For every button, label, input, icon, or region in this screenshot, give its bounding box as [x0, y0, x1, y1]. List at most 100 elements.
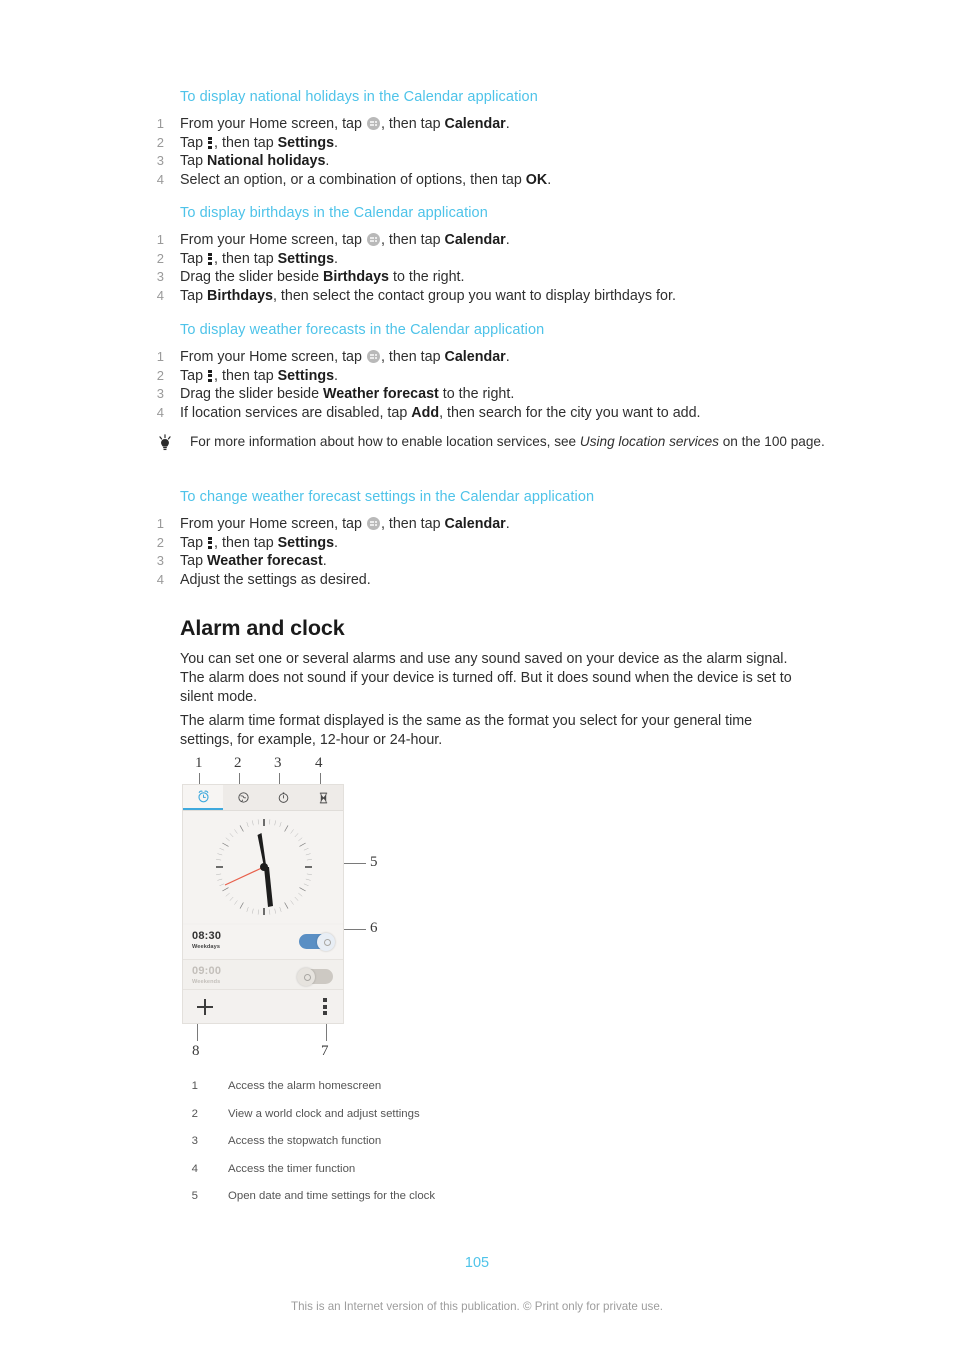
step-number: 3 [156, 553, 164, 569]
step-number: 2 [156, 250, 164, 266]
hourglass-icon [319, 792, 327, 803]
alarm-toggle-on[interactable] [299, 932, 335, 951]
stopwatch-tab[interactable] [263, 785, 303, 810]
step-item: 4 Tap Birthdays, then select the contact … [146, 287, 826, 306]
step-item: 1 From your Home screen, tap , then tap C… [146, 231, 826, 250]
step-text-bold: Birthdays [323, 269, 389, 286]
callout-2: 2 [234, 755, 242, 771]
tip-text-post: on the 100 page. [718, 434, 825, 449]
tip-callout: For more information about how to enable… [148, 433, 890, 452]
step-text-mid: , then tap [214, 367, 278, 384]
step-number: 3 [156, 269, 164, 285]
stopwatch-icon [278, 792, 288, 803]
step-text-mid: , then tap [214, 534, 278, 551]
step-text-bold: Calendar [444, 116, 506, 132]
step-text-post: . [334, 367, 339, 384]
step-text-pre: If location services are disabled, tap [180, 404, 412, 421]
step-text-post: . [334, 534, 339, 551]
step-text-post: . [322, 553, 327, 570]
legend-text: View a world clock and adjust settings [228, 1107, 420, 1120]
procedure-national-holidays: To display national holidays in the Cale… [146, 88, 826, 189]
step-text-pre: Tap [180, 534, 208, 551]
step-number: 3 [156, 386, 164, 402]
step-number: 4 [156, 287, 164, 303]
step-text-bold: Settings [277, 250, 335, 267]
step-text-mid: , then tap [380, 349, 445, 365]
alarm-clock-figure: 1 2 3 4 5 6 8 7 08:30 Weekdays 09:00 Wee… [146, 755, 446, 1065]
step-item: 3 Tap Weather forecast. [146, 552, 826, 571]
step-text-mid: , then tap [214, 250, 278, 267]
timer-tab[interactable] [303, 785, 343, 810]
step-text-post: . [505, 232, 510, 248]
clock-face-svg [216, 819, 312, 915]
step-text-post: . [334, 134, 339, 151]
step-item: 4 Select an option, or a combination of o… [146, 171, 826, 190]
step-text-bold: Add [411, 404, 440, 421]
toggle-knob [297, 967, 315, 986]
tip-text-italic: Using location services [579, 434, 719, 449]
step-text-pre: From your Home screen, tap [180, 349, 366, 365]
app-drawer-icon [366, 117, 380, 130]
document-page: To display national holidays in the Cale… [0, 0, 954, 1350]
procedure-steps: 1 From your Home screen, tap , then tap C… [146, 231, 826, 305]
legend-number: 3 [191, 1135, 198, 1147]
step-text-post: . [505, 516, 510, 532]
procedure-change-weather-settings: To change weather forecast settings in t… [146, 488, 826, 589]
step-number: 2 [156, 134, 164, 150]
page-title: Alarm and clock [180, 616, 345, 640]
app-drawer-icon [366, 350, 380, 363]
world-clock-tab[interactable] [223, 785, 263, 810]
step-text-bold: Calendar [444, 232, 506, 248]
step-number: 3 [156, 153, 164, 169]
alarm-clock-icon [197, 790, 209, 803]
step-text-mid: , then tap [214, 134, 278, 151]
legend-item: 1 Access the alarm homescreen [180, 1080, 740, 1108]
callout-8: 8 [192, 1043, 200, 1059]
toggle-knob [317, 932, 335, 951]
step-text-pre: Tap [180, 287, 208, 304]
alarm-toggle-off[interactable] [297, 967, 333, 986]
step-text-mid: , then tap [380, 516, 445, 532]
alarm-time: 09:00 [192, 965, 222, 977]
step-text-post: , then select the contact group you want… [272, 287, 676, 304]
alarm-tab[interactable] [183, 785, 223, 810]
step-item: 2 Tap , then tap Settings. [146, 534, 826, 553]
overflow-menu-button[interactable] [323, 998, 327, 1016]
step-number: 1 [156, 116, 164, 131]
callout-4: 4 [315, 755, 323, 771]
step-text-bold: Calendar [444, 349, 506, 365]
procedure-title: To display weather forecasts in the Cale… [180, 322, 545, 338]
step-item: 1 From your Home screen, tap , then tap C… [146, 515, 826, 534]
procedure-weather-forecasts: To display weather forecasts in the Cale… [146, 321, 826, 422]
legend-text: Open date and time settings for the cloc… [228, 1190, 436, 1202]
step-item: 3 Tap National holidays. [146, 152, 826, 171]
step-text-post: to the right. [438, 386, 515, 403]
step-item: 1 From your Home screen, tap , then tap C… [146, 115, 826, 134]
step-text-bold: National holidays [207, 153, 326, 170]
clock-app-tabbar [183, 785, 343, 811]
step-text-pre: Tap [180, 367, 208, 384]
step-text-pre: Tap [180, 553, 208, 570]
step-text-mid: , then tap [380, 232, 445, 248]
app-drawer-icon [366, 517, 380, 530]
step-text-post: . [505, 116, 510, 132]
analog-clock[interactable] [183, 811, 343, 923]
step-item: 3 Drag the slider beside Birthdays to the… [146, 268, 826, 287]
step-text-pre: Drag the slider beside [180, 269, 324, 286]
step-number: 4 [156, 571, 164, 587]
section-paragraph-2: The alarm time format displayed is the s… [180, 713, 753, 749]
step-item: 1 From your Home screen, tap , then tap C… [146, 348, 826, 367]
step-text-bold: Settings [277, 367, 335, 384]
step-text-pre: From your Home screen, tap [180, 116, 366, 132]
step-text-pre: From your Home screen, tap [180, 232, 366, 248]
leader-line-7 [326, 1023, 327, 1041]
step-text-bold: Settings [277, 534, 335, 551]
legend-text: Access the timer function [228, 1162, 356, 1175]
step-number: 2 [156, 534, 164, 550]
step-text-bold: Weather forecast [323, 386, 439, 403]
step-number: 2 [156, 367, 164, 383]
add-alarm-button[interactable] [197, 999, 213, 1015]
legend-item: 3 Access the stopwatch function [180, 1135, 740, 1163]
step-number: 4 [156, 404, 164, 420]
alarm-list-item[interactable]: 08:30 Weekdays [183, 925, 343, 960]
